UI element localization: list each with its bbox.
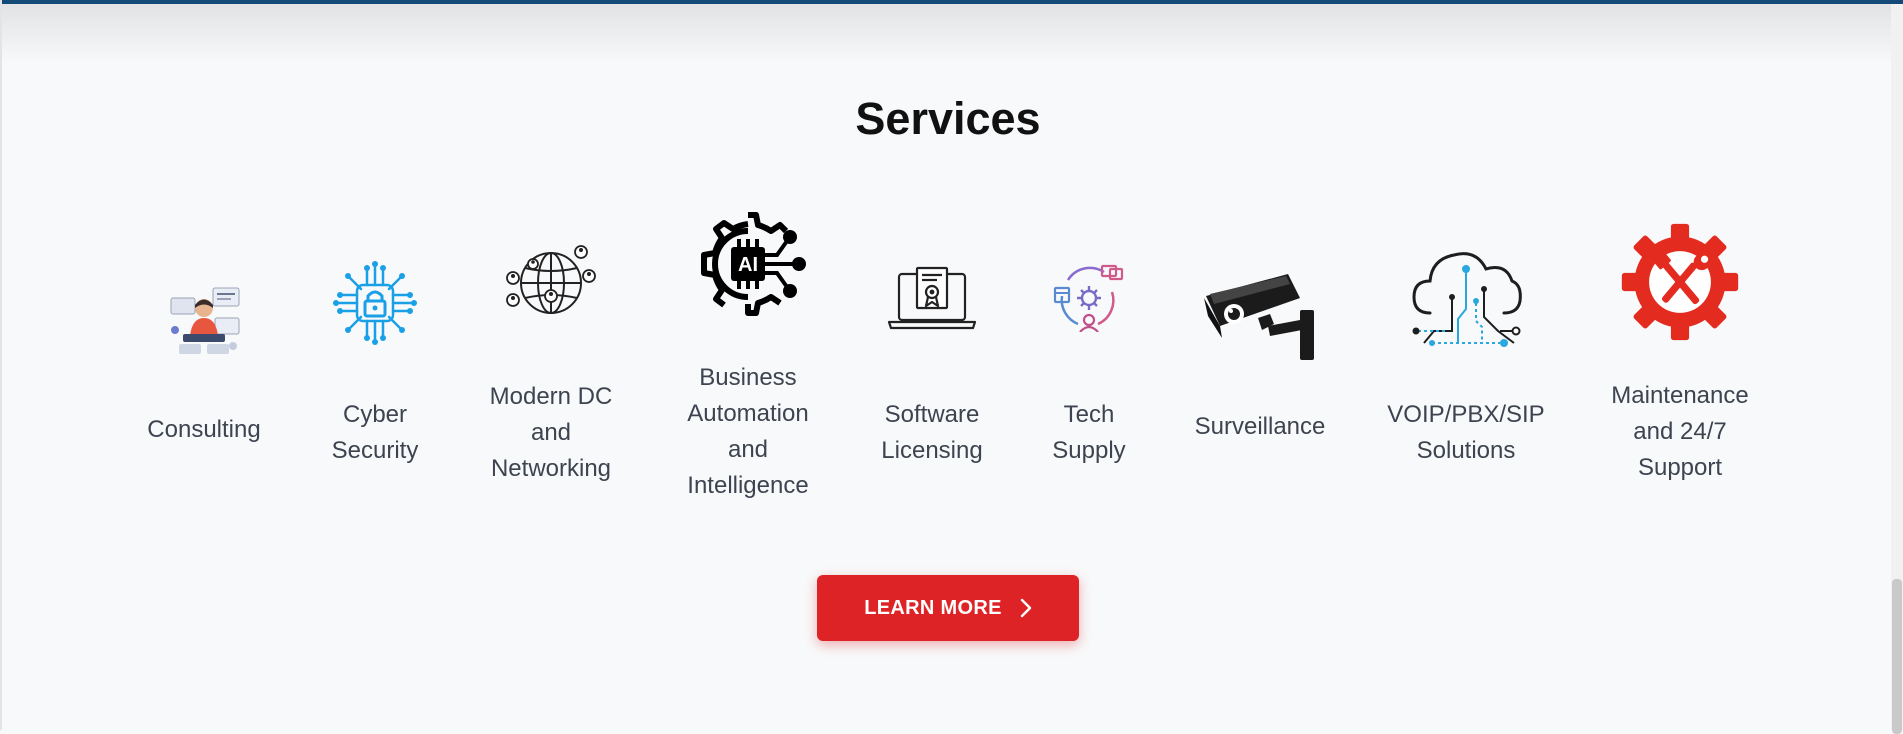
- chevron-right-icon: [1020, 598, 1031, 618]
- section-title: Services: [855, 93, 1041, 144]
- service-tech-supply[interactable]: Tech Supply: [1029, 262, 1149, 464]
- service-modern-dc[interactable]: Modern DC and Networking: [490, 240, 612, 482]
- service-voip[interactable]: VOIP/PBX/SIP Solutions: [1387, 245, 1545, 464]
- service-label: Surveillance: [1194, 413, 1326, 440]
- circuit-lock-icon: [333, 261, 417, 345]
- service-business-automation[interactable]: AI Business Automation and Intelligence: [687, 203, 809, 499]
- globe-network-icon: [506, 245, 596, 314]
- service-label: Consulting: [147, 416, 261, 443]
- learn-more-button[interactable]: LEARN MORE: [817, 575, 1079, 641]
- service-cyber-security[interactable]: Cyber Security: [315, 255, 435, 464]
- service-label: Cyber Security: [331, 401, 419, 464]
- learn-more-label: LEARN MORE: [864, 596, 1002, 619]
- service-label: Tech Supply: [1052, 401, 1126, 464]
- service-surveillance[interactable]: Surveillance: [1195, 265, 1325, 440]
- supply-cycle-icon: [1053, 264, 1124, 332]
- service-label: Maintenance and 24/7 Support: [1611, 382, 1749, 481]
- laptop-certificate-icon: [887, 266, 977, 330]
- service-label: Modern DC and Networking: [489, 383, 613, 482]
- cctv-camera-icon: [1204, 274, 1314, 360]
- scrollbar-thumb[interactable]: [1892, 579, 1902, 734]
- service-label: VOIP/PBX/SIP Solutions: [1387, 401, 1545, 464]
- cloud-circuit-icon: [1412, 252, 1522, 347]
- gear-tools-icon: [1621, 223, 1739, 341]
- consultant-icon: [170, 287, 240, 354]
- header-shadow: [0, 4, 1903, 64]
- service-maintenance[interactable]: Maintenance and 24/7 Support: [1611, 218, 1749, 481]
- service-consulting[interactable]: Consulting: [144, 265, 264, 443]
- service-software-licensing[interactable]: Software Licensing: [872, 262, 992, 464]
- service-label: Business Automation and Intelligence: [687, 364, 809, 499]
- svg-text:AI: AI: [738, 254, 758, 276]
- ai-gear-icon: AI: [701, 212, 806, 316]
